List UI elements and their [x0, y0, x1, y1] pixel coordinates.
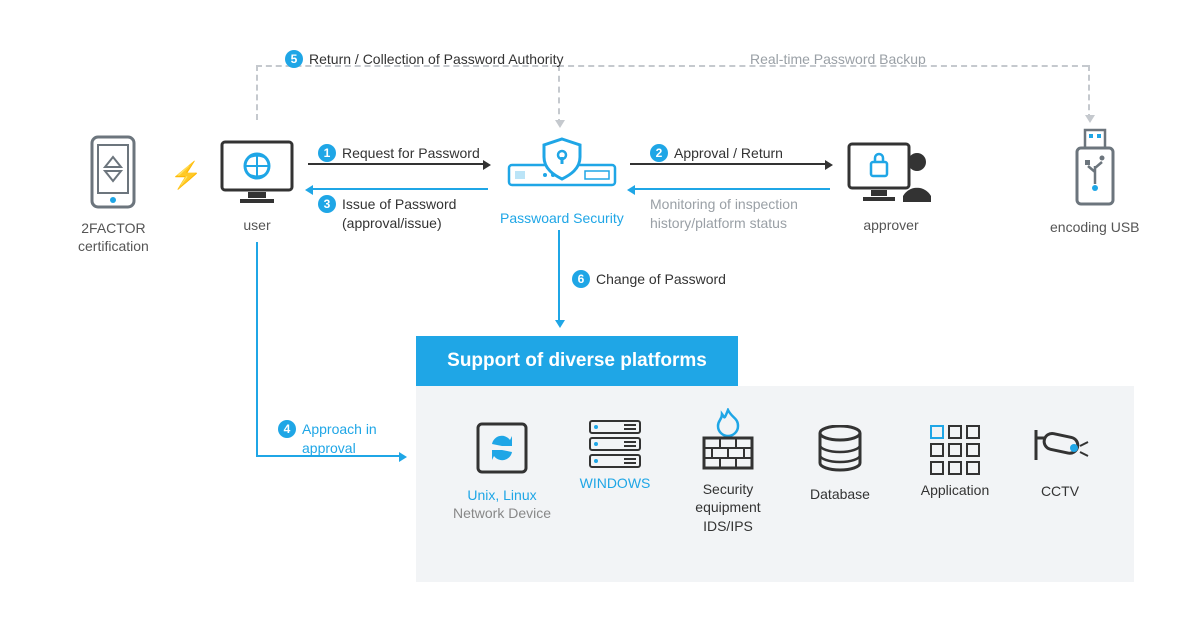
step-3-text: Issue of Password (approval/issue): [342, 195, 456, 233]
database-icon: [816, 425, 864, 479]
twofactor-label: 2FACTOR certification: [78, 219, 149, 255]
step-6-badge: 6: [572, 270, 590, 288]
platform-application: Application: [910, 425, 1000, 499]
step-3-badge: 3: [318, 195, 336, 213]
dashed-right-down: [1088, 65, 1090, 120]
step-3: 3 Issue of Password (approval/issue): [318, 195, 456, 233]
step-5: 5 Return / Collection of Password Author…: [285, 50, 563, 69]
step-1-text: Request for Password: [342, 144, 480, 163]
node-approver: approver: [845, 138, 937, 234]
cctv-icon: [1030, 420, 1090, 476]
diagram-canvas: 5 Return / Collection of Password Author…: [0, 0, 1200, 621]
cctv-label: CCTV: [1041, 482, 1079, 500]
monitor-text: Monitoring of inspection history/platfor…: [650, 195, 798, 233]
arrow-1: [308, 163, 488, 165]
step-1: 1 Request for Password: [318, 144, 480, 163]
bolt-icon: ⚡: [170, 160, 202, 191]
shield-server-icon: [503, 135, 621, 203]
dashed-center-down: [558, 65, 560, 125]
usb-label: encoding USB: [1050, 218, 1140, 236]
step-6-text: Change of Password: [596, 270, 726, 289]
step-5-text: Return / Collection of Password Authorit…: [309, 50, 563, 69]
ps-label: Passwoard Security: [500, 209, 624, 227]
step-4-text: Approach in approval: [302, 420, 377, 458]
backup-text: Real-time Password Backup: [750, 50, 926, 69]
app-label: Application: [921, 481, 990, 499]
platform-cctv: CCTV: [1020, 420, 1100, 500]
step-4-badge: 4: [278, 420, 296, 438]
approver-icon: [845, 138, 937, 210]
phone-icon: [90, 135, 136, 213]
approver-label: approver: [863, 216, 918, 234]
arrow-monitor: [630, 188, 830, 190]
monitor-step: Monitoring of inspection history/platfor…: [650, 195, 798, 233]
node-password-security: Passwoard Security: [500, 135, 624, 227]
node-2factor: 2FACTOR certification: [78, 135, 149, 256]
usb-icon: [1067, 128, 1123, 212]
backup-label: Real-time Password Backup: [750, 50, 926, 69]
arrow-3: [308, 188, 488, 190]
platform-unix: Unix, Linux Network Device: [448, 420, 556, 523]
dashed-left-up: [256, 65, 258, 120]
step-5-badge: 5: [285, 50, 303, 68]
step-2: 2 Approval / Return: [650, 144, 783, 163]
user-label: user: [243, 216, 270, 234]
banner-platforms: Support of diverse platforms: [416, 336, 738, 386]
firewall-icon: [698, 408, 758, 474]
step-1-badge: 1: [318, 144, 336, 162]
db-label: Database: [810, 485, 870, 503]
app-grid-icon: [930, 425, 980, 475]
arrow-2: [630, 163, 830, 165]
step-6: 6 Change of Password: [572, 270, 726, 289]
node-user: user: [218, 138, 296, 234]
arrow-6: [558, 230, 560, 325]
step-2-text: Approval / Return: [674, 144, 783, 163]
servers-icon: [589, 420, 641, 468]
sec-label: Security equipment IDS/IPS: [695, 480, 760, 535]
refresh-box-icon: [474, 420, 530, 480]
step-2-badge: 2: [650, 144, 668, 162]
win-label: WINDOWS: [580, 474, 651, 492]
unix-label: Unix, Linux Network Device: [453, 486, 551, 522]
node-usb: encoding USB: [1050, 128, 1140, 236]
platform-windows: WINDOWS: [570, 420, 660, 492]
platform-database: Database: [800, 425, 880, 503]
platform-security: Security equipment IDS/IPS: [678, 408, 778, 535]
arrow-4-v: [256, 242, 258, 455]
monitor-icon: [218, 138, 296, 210]
step-4: 4 Approach in approval: [278, 420, 377, 458]
